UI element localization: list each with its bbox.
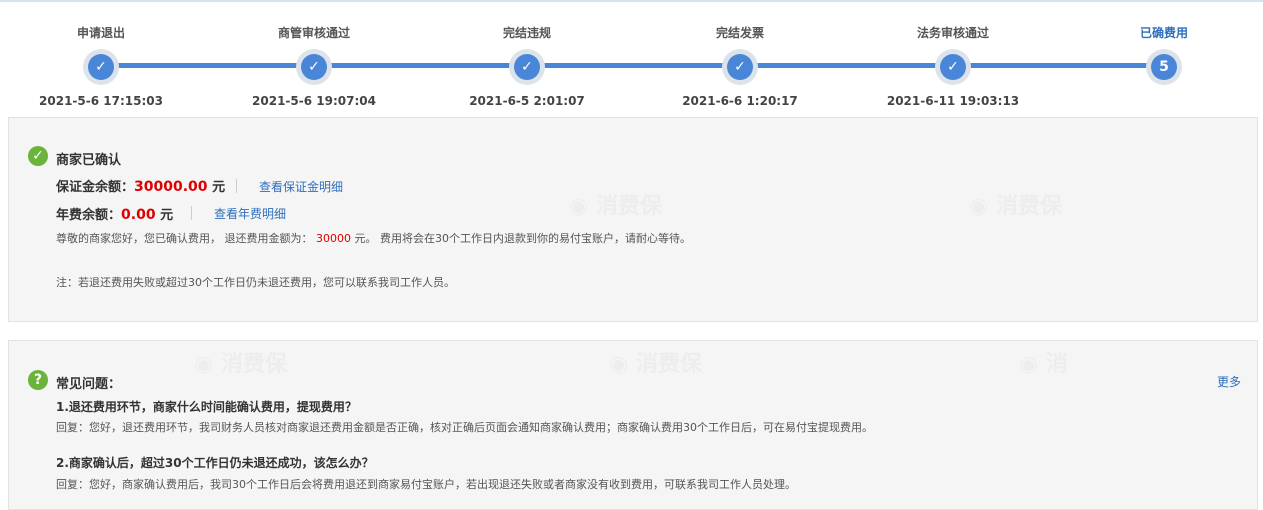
divider (191, 206, 192, 220)
status-panel: ◉ 消费保 ◉ 消费保 ✓ 商家已确认 保证金余额：30000.00 元 查看保… (8, 117, 1258, 322)
step-number: 5 (1151, 54, 1177, 80)
watermark: ◉ 消费保 (194, 352, 287, 377)
step-time: 2021-6-5 2:01:07 (469, 94, 585, 108)
step-label: 完结违规 (502, 26, 551, 40)
faq-title: 常见问题： (56, 377, 122, 392)
step-marker: ✓ (83, 49, 119, 85)
annual-unit: 元 (160, 208, 174, 223)
step-label: 完结发票 (715, 26, 764, 40)
message-prefix: 尊敬的商家您好，您已确认费用， 退还费用金额为： (56, 232, 313, 245)
step-label: 法务审核通过 (916, 26, 989, 40)
deposit-unit: 元 (212, 180, 226, 195)
deposit-balance: 保证金余额：30000.00 元 (56, 176, 225, 195)
annual-value: 0.00 (121, 207, 156, 223)
step-marker: 5 (1146, 49, 1182, 85)
question-icon: ? (28, 370, 48, 390)
faq-question: 2.商家确认后，超过30个工作日仍未退还成功，该怎么办？ (56, 456, 374, 470)
faq-answer: 回复：您好，商家确认费用后，我司30个工作日后会将费用退还到商家易付宝账户，若出… (56, 478, 796, 491)
step-label: 已确费用 (1139, 26, 1188, 40)
status-title: 商家已确认 (56, 153, 122, 168)
step-marker: ✓ (722, 49, 758, 85)
deposit-value: 30000.00 (134, 179, 208, 195)
refund-note: 注：若退还费用失败或超过30个工作日仍未退还费用，您可以联系我司工作人员。 (56, 276, 455, 289)
watermark: ◉ 消费保 (569, 194, 662, 219)
success-check-icon: ✓ (28, 146, 48, 166)
progress-track (101, 63, 1164, 68)
step-time: 2021-5-6 19:07:04 (252, 94, 376, 108)
step-label: 商管审核通过 (277, 26, 350, 40)
step-time: 2021-5-6 17:15:03 (39, 94, 163, 108)
watermark: ◉ 消费保 (969, 194, 1062, 219)
step-time: 2021-6-11 19:03:13 (886, 94, 1020, 108)
faq-panel: ◉ 消费保 ◉ 消费保 ◉ 消 ? 常见问题： 更多 1.退还费用环节，商家什么… (8, 340, 1258, 510)
step-marker: ✓ (509, 49, 545, 85)
annual-label: 年费余额： (56, 208, 122, 223)
message-amount: 30000 (316, 232, 351, 245)
check-icon: ✓ (301, 54, 327, 80)
deposit-label: 保证金余额： (56, 180, 135, 195)
message-suffix: 元。 费用将会在30个工作日内退款到你的易付宝账户，请耐心等待。 (351, 232, 691, 245)
watermark: ◉ 消 (1019, 352, 1068, 377)
step-marker: ✓ (935, 49, 971, 85)
progress-steps: 申请退出 ✓ 2021-5-6 17:15:03 商管审核通过 ✓ 2021-5… (0, 0, 1263, 116)
watermark: ◉ 消费保 (609, 352, 702, 377)
more-link[interactable]: 更多 (1217, 373, 1241, 390)
refund-message: 尊敬的商家您好，您已确认费用， 退还费用金额为： 30000 元。 费用将会在3… (56, 230, 691, 246)
check-icon: ✓ (727, 54, 753, 80)
check-icon: ✓ (940, 54, 966, 80)
step-label: 申请退出 (76, 26, 125, 40)
faq-answer: 回复：您好，退还费用环节，我司财务人员核对商家退还费用金额是否正确，核对正确后页… (56, 421, 873, 434)
divider (236, 179, 237, 193)
step-time: 2021-6-6 1:20:17 (682, 94, 798, 108)
check-icon: ✓ (88, 54, 114, 80)
faq-question: 1.退还费用环节，商家什么时间能确认费用，提现费用？ (56, 400, 357, 414)
deposit-detail-link[interactable]: 查看保证金明细 (259, 178, 343, 195)
annual-fee-detail-link[interactable]: 查看年费明细 (214, 205, 286, 222)
step-marker: ✓ (296, 49, 332, 85)
check-icon: ✓ (514, 54, 540, 80)
annual-fee-balance: 年费余额：0.00 元 (56, 204, 173, 223)
